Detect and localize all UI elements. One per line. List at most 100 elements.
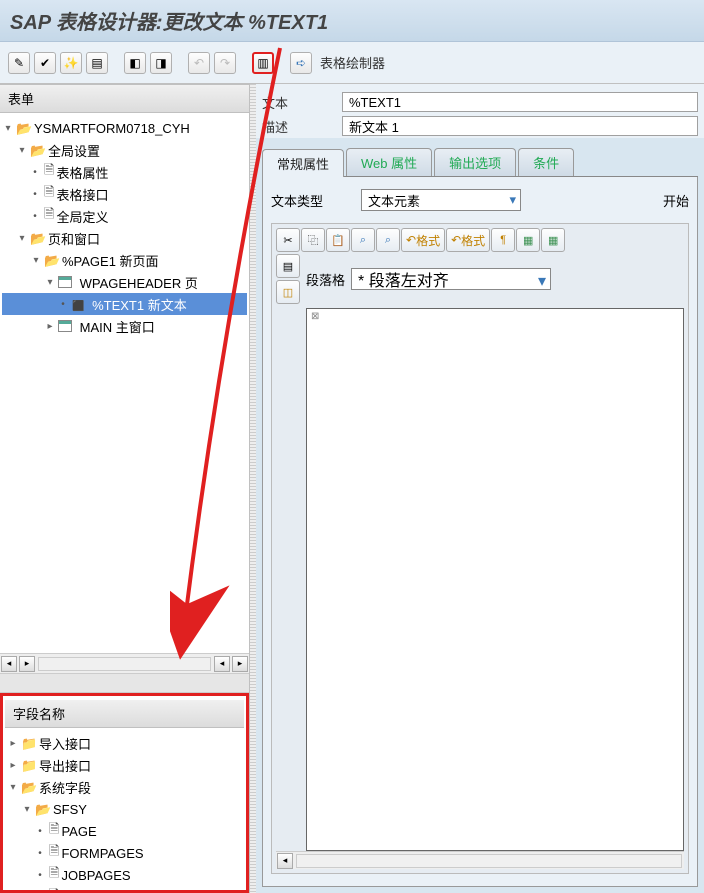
tree-leaf	[58, 299, 70, 310]
tree-interface[interactable]: 表格接口	[56, 185, 108, 204]
text-editor[interactable]: ⊠	[306, 308, 684, 851]
tab-general[interactable]: 常规属性	[262, 149, 344, 177]
field-import[interactable]: 导入接口	[39, 734, 91, 753]
tree-toggle[interactable]: ▸	[7, 738, 19, 749]
field-panel-header: 字段名称	[5, 700, 244, 728]
form-painter-label[interactable]: 表格绘制器	[320, 53, 385, 72]
form-tree[interactable]: ▾ YSMARTFORM0718_CYH ▾ 全局设置 表格属性 表格接口 全局定义…	[0, 113, 249, 653]
scroll-track[interactable]	[38, 657, 211, 671]
editor-toolbar: ✂ ⿻ 📋 ⌕ ⌕ ↶格式 ↶格式 ¶ ▦ ▦	[276, 228, 684, 252]
field-jobpages[interactable]: JOBPAGES	[61, 868, 130, 883]
tree-leaf	[30, 211, 42, 222]
redo-icon[interactable]: ↷	[214, 52, 236, 74]
window-icon	[58, 276, 72, 288]
desc-field[interactable]	[342, 116, 698, 136]
window-icon	[58, 320, 72, 332]
tree-toggle[interactable]: ▸	[44, 321, 56, 332]
para-format-button[interactable]: ↶格式	[446, 228, 490, 252]
field-list-icon[interactable]: ▥	[252, 52, 274, 74]
scroll-right-icon[interactable]: ▸	[232, 656, 248, 672]
folder-icon	[44, 253, 60, 267]
copy-icon[interactable]: ⿻	[301, 228, 325, 252]
text-type-combo[interactable]: 文本元素	[361, 189, 521, 211]
app-title: SAP 表格设计器:更改文本 %TEXT1	[10, 12, 328, 34]
tree-form-attrs[interactable]: 表格属性	[56, 163, 108, 182]
fullscreen-icon[interactable]: ▤	[276, 254, 300, 278]
cut-icon[interactable]: ✂	[276, 228, 300, 252]
tree-toggle[interactable]: ▾	[30, 255, 42, 266]
tree-toggle[interactable]: ▾	[21, 804, 33, 815]
pilcrow-icon[interactable]: ¶	[491, 228, 515, 252]
undo-icon[interactable]: ↶	[188, 52, 210, 74]
tree-toggle[interactable]: ▾	[44, 277, 56, 288]
tree-toggle[interactable]: ▾	[16, 233, 28, 244]
scroll-left-icon[interactable]: ◂	[1, 656, 17, 672]
arrow-icon[interactable]: ➪	[290, 52, 312, 74]
document-icon	[49, 864, 59, 886]
field-system[interactable]: 系统字段	[39, 778, 91, 797]
tree-main-win[interactable]: MAIN 主窗口	[80, 317, 155, 336]
collapse-icon[interactable]: ◧	[124, 52, 146, 74]
tree-toggle[interactable]: ▾	[16, 145, 28, 156]
tab-web[interactable]: Web 属性	[346, 148, 432, 176]
tree-text1[interactable]: %TEXT1 新文本	[92, 295, 187, 314]
folder-icon	[21, 758, 37, 772]
tree-global-defs[interactable]: 全局定义	[56, 207, 108, 226]
document-icon	[49, 842, 59, 864]
insert-icon[interactable]: ▦	[516, 228, 540, 252]
tree-leaf	[35, 870, 47, 881]
paste-icon[interactable]: 📋	[326, 228, 350, 252]
field-page[interactable]: PAGE	[61, 824, 96, 839]
text-field[interactable]	[342, 92, 698, 112]
tree-root[interactable]: YSMARTFORM0718_CYH	[34, 121, 190, 136]
field-export[interactable]: 导出接口	[39, 756, 91, 775]
test-icon[interactable]: ▤	[86, 52, 108, 74]
tree-toggle[interactable]: ▸	[7, 760, 19, 771]
field-sfsy[interactable]: SFSY	[53, 802, 87, 817]
tree-pages[interactable]: 页和窗口	[48, 229, 100, 248]
expand-icon[interactable]: ◨	[150, 52, 172, 74]
folder-icon	[30, 231, 46, 245]
field-formpages[interactable]: FORMPAGES	[61, 846, 143, 861]
scroll-right-icon[interactable]: ▸	[19, 656, 35, 672]
tab-output[interactable]: 输出选项	[434, 148, 516, 176]
edit-icon[interactable]: ◫	[276, 280, 300, 304]
paragraph-value: * 段落左对齐	[358, 267, 449, 291]
form-panel-header: 表单	[0, 84, 249, 113]
tree-toggle[interactable]: ▾	[7, 782, 19, 793]
tab-conditions[interactable]: 条件	[518, 148, 574, 176]
general-panel: 文本类型 文本元素 开始 ✂ ⿻ 📋 ⌕ ⌕ ↶格式 ↶格式 ¶ ▦ ▦	[262, 177, 698, 887]
text-type-label: 文本类型	[271, 191, 351, 210]
tree-leaf	[35, 826, 47, 837]
scroll-left-icon[interactable]: ◂	[277, 853, 293, 869]
document-icon	[49, 886, 59, 893]
text-icon	[72, 297, 84, 312]
tree-page1[interactable]: %PAGE1 新页面	[62, 251, 159, 270]
left-pane: 表单 ▾ YSMARTFORM0718_CYH ▾ 全局设置 表格属性 表格接口 全…	[0, 84, 250, 893]
paragraph-combo[interactable]: * 段落左对齐	[351, 268, 551, 290]
paragraph-label: 段落格	[306, 270, 345, 289]
text-type-value: 文本元素	[368, 191, 420, 210]
editor-hscroll[interactable]: ◂	[276, 851, 684, 869]
document-icon	[49, 820, 59, 842]
tabstrip: 常规属性 Web 属性 输出选项 条件	[262, 148, 698, 177]
tree-leaf	[35, 848, 47, 859]
tree-leaf	[30, 189, 42, 200]
delete-icon[interactable]: ▦	[541, 228, 565, 252]
check-icon[interactable]: ✔	[34, 52, 56, 74]
activate-icon[interactable]: ✨	[60, 52, 82, 74]
folder-icon	[16, 121, 32, 135]
main-toolbar: ✎ ✔ ✨ ▤ ◧ ◨ ↶ ↷ ▥ ➪ 表格绘制器	[0, 42, 704, 84]
text-label: 文本	[262, 93, 342, 112]
find-icon[interactable]: ⌕	[351, 228, 375, 252]
scroll-left-icon[interactable]: ◂	[214, 656, 230, 672]
tree-header-win[interactable]: WPAGEHEADER 页	[80, 273, 198, 292]
scroll-track[interactable]	[296, 854, 682, 868]
replace-icon[interactable]: ⌕	[376, 228, 400, 252]
tree-toggle[interactable]: ▾	[2, 123, 14, 134]
char-format-button[interactable]: ↶格式	[401, 228, 445, 252]
wand-icon[interactable]: ✎	[8, 52, 30, 74]
tree-global[interactable]: 全局设置	[48, 141, 100, 160]
field-copycount[interactable]: COPYCOUNT	[61, 890, 144, 893]
tree-hscroll[interactable]: ◂ ▸ ◂ ▸	[0, 653, 249, 673]
